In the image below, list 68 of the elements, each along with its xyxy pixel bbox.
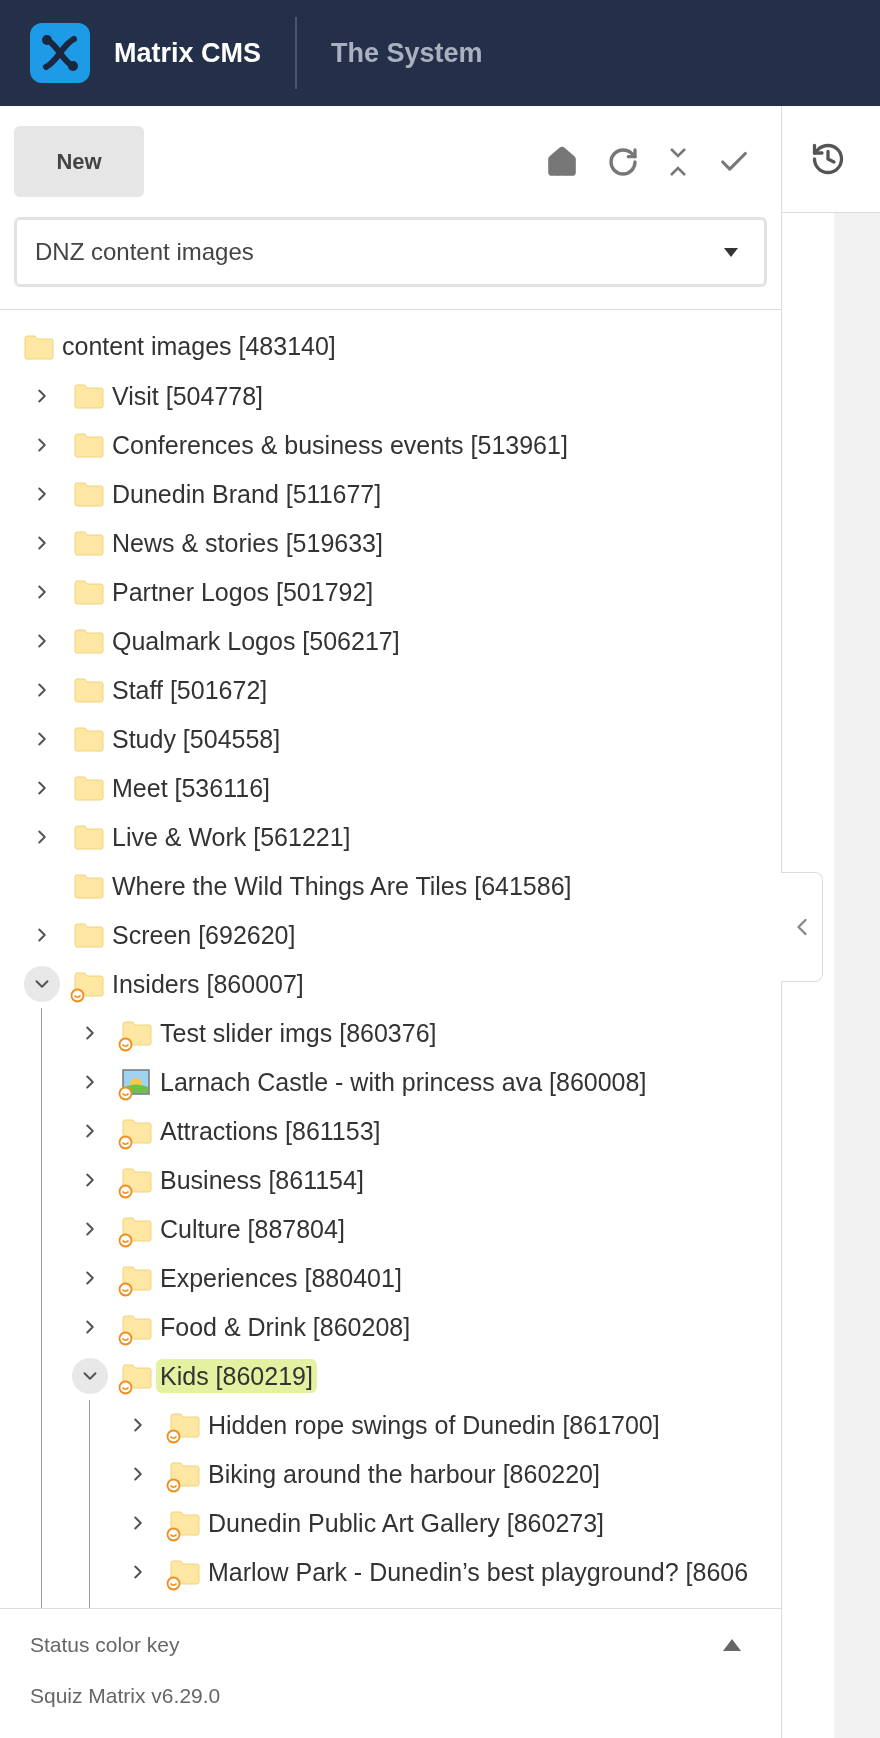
tree-item-label[interactable]: Meet [536116] xyxy=(108,770,274,805)
tree-item-label[interactable]: Dunedin Brand [511677] xyxy=(108,476,386,511)
tree-item-label[interactable]: Test slider imgs [860376] xyxy=(156,1015,441,1050)
tree-item-label[interactable]: Visit [504778] xyxy=(108,378,268,413)
folder-icon xyxy=(74,872,104,899)
version-text: Squiz Matrix v6.29.0 xyxy=(30,1683,221,1709)
folder-icon xyxy=(74,921,104,948)
tree-item-label[interactable]: Dunedin Public Art Gallery [860273] xyxy=(204,1505,609,1540)
collapse-toggle[interactable] xyxy=(72,1357,108,1394)
tree-item-label[interactable]: Food & Drink [860208] xyxy=(156,1309,415,1344)
tree-item-label[interactable]: Insiders [860007] xyxy=(108,966,308,1001)
expand-triangle-icon xyxy=(723,1638,741,1651)
tree-item-label[interactable]: Experiences [880401] xyxy=(156,1260,406,1295)
folder-icon xyxy=(74,774,104,801)
folder-icon xyxy=(122,1019,152,1046)
folder-icon xyxy=(74,627,104,654)
folder-icon xyxy=(170,1509,200,1536)
folder-icon xyxy=(122,1117,152,1144)
tree-root-label[interactable]: content images [483140] xyxy=(62,327,336,366)
folder-icon xyxy=(74,431,104,458)
folder-icon xyxy=(74,725,104,752)
tree-item-label[interactable]: Staff [501672] xyxy=(108,672,272,707)
tree-item-label[interactable]: Conferences & business events [513961] xyxy=(108,427,572,462)
folder-icon xyxy=(170,1558,200,1585)
site-select[interactable]: DNZ content images xyxy=(14,217,767,287)
tree-item-label[interactable]: Qualmark Logos [506217] xyxy=(108,623,404,658)
site-select-value: DNZ content images xyxy=(35,237,254,267)
folder-icon xyxy=(122,1166,152,1193)
folder-icon xyxy=(122,1362,152,1389)
context-title: The System xyxy=(331,36,483,70)
collapse-all-icon[interactable] xyxy=(667,145,689,178)
folder-icon xyxy=(24,333,54,360)
folder-icon xyxy=(74,970,104,997)
tree-item-label[interactable]: Study [504558] xyxy=(108,721,285,756)
app-name: Matrix CMS xyxy=(114,36,262,70)
new-button[interactable]: New xyxy=(14,126,144,197)
folder-icon xyxy=(170,1460,200,1487)
folder-icon xyxy=(74,823,104,850)
folder-icon xyxy=(122,1215,152,1242)
dropdown-caret-icon xyxy=(724,247,738,257)
collapse-toggle[interactable] xyxy=(24,965,60,1002)
tree-item-label[interactable]: Kids [860219] xyxy=(156,1358,317,1393)
tree-item-label[interactable]: Biking around the harbour [860220] xyxy=(204,1456,604,1491)
tree-item-label[interactable]: News & stories [519633] xyxy=(108,525,387,560)
refresh-icon[interactable] xyxy=(607,145,639,178)
status-key-label: Status color key xyxy=(30,1631,180,1658)
folder-icon xyxy=(122,1313,152,1340)
home-icon[interactable] xyxy=(545,144,579,179)
history-icon[interactable] xyxy=(810,141,846,177)
app-logo-icon xyxy=(30,23,90,83)
folder-icon xyxy=(74,382,104,409)
image-icon xyxy=(122,1068,150,1095)
tree-item-label[interactable]: Culture [887804] xyxy=(156,1211,349,1246)
folder-icon xyxy=(74,578,104,605)
folder-icon xyxy=(170,1411,200,1438)
tree-item-label[interactable]: Screen [692620] xyxy=(108,917,300,952)
tree-item-label[interactable]: Business [861154] xyxy=(156,1162,368,1197)
tree-item-label[interactable]: Partner Logos [501792] xyxy=(108,574,378,609)
tree-item-label[interactable]: Marlow Park - Dunedin’s best playground? [8606 xyxy=(204,1554,753,1589)
tree-item-label[interactable]: Attractions [861153] xyxy=(156,1113,385,1148)
folder-icon xyxy=(74,480,104,507)
tree-item-label[interactable]: Where the Wild Things Are Tiles [641586] xyxy=(108,868,576,903)
tree-item-label[interactable]: Larnach Castle - with princess ava [860008] xyxy=(156,1064,651,1099)
folder-icon xyxy=(74,676,104,703)
tree-item-label[interactable]: Hidden rope swings of Dunedin [861700] xyxy=(204,1407,664,1442)
folder-icon xyxy=(74,529,104,556)
folder-icon xyxy=(122,1264,152,1291)
tree-item-label[interactable]: Live & Work [561221] xyxy=(108,819,355,854)
